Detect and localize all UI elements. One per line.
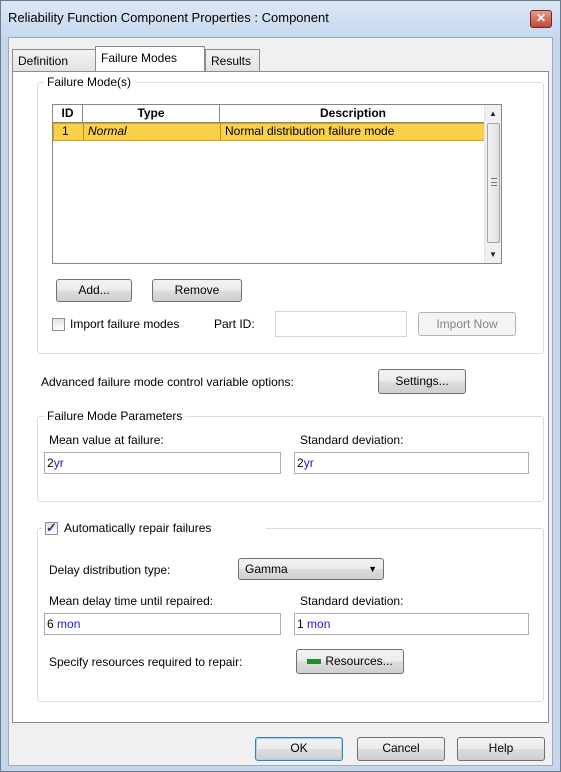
advanced-options-label: Advanced failure mode control variable o… xyxy=(41,375,294,389)
column-header-id[interactable]: ID xyxy=(53,105,83,122)
import-failure-modes-checkbox[interactable] xyxy=(52,318,65,331)
mean-delay-unit: mon xyxy=(57,617,81,631)
list-header: ID Type Description xyxy=(53,105,487,123)
mean-value-label: Mean value at failure: xyxy=(49,433,164,447)
list-item[interactable]: 1 Normal Normal distribution failure mod… xyxy=(53,123,487,141)
failure-modes-panel: Failure Mode(s) ID Type Description 1 No… xyxy=(12,71,549,723)
settings-button[interactable]: Settings... xyxy=(378,369,466,394)
standard-deviation-input[interactable]: 2yr xyxy=(294,452,529,474)
cancel-button[interactable]: Cancel xyxy=(357,737,445,761)
column-header-description[interactable]: Description xyxy=(220,105,487,122)
add-button[interactable]: Add... xyxy=(56,279,132,302)
delay-standard-deviation-label: Standard deviation: xyxy=(300,594,404,608)
dialog-window: Reliability Function Component Propertie… xyxy=(0,0,561,772)
list-item-id: 1 xyxy=(54,124,84,140)
standard-deviation-unit: yr xyxy=(303,456,314,470)
delay-standard-deviation-number: 1 xyxy=(297,617,304,631)
scroll-down-icon[interactable]: ▼ xyxy=(485,246,501,263)
auto-repair-checkbox[interactable] xyxy=(45,520,58,536)
mean-delay-label: Mean delay time until repaired: xyxy=(49,594,214,608)
scroll-thumb[interactable] xyxy=(487,123,500,243)
repair-group: Automatically repair failures Delay dist… xyxy=(37,520,544,702)
resources-prompt-label: Specify resources required to repair: xyxy=(49,655,243,669)
scroll-up-icon[interactable]: ▲ xyxy=(485,105,501,122)
delay-standard-deviation-unit: mon xyxy=(307,617,331,631)
failure-mode-parameters-group: Failure Mode Parameters Mean value at fa… xyxy=(37,409,544,502)
ok-button[interactable]: OK xyxy=(255,737,343,761)
resources-button-label: Resources... xyxy=(325,654,393,668)
mean-value-input[interactable]: 2yr xyxy=(44,452,281,474)
chevron-down-icon: ▼ xyxy=(368,564,377,574)
import-now-button[interactable]: Import Now xyxy=(418,312,516,336)
failure-modes-group-label: Failure Mode(s) xyxy=(44,75,135,89)
close-button[interactable]: ✕ xyxy=(530,10,552,28)
list-item-type: Normal xyxy=(84,124,221,140)
import-failure-modes-label[interactable]: Import failure modes xyxy=(70,317,179,331)
remove-button[interactable]: Remove xyxy=(152,279,242,302)
list-scrollbar[interactable]: ▲ ▼ xyxy=(484,105,501,263)
column-header-type[interactable]: Type xyxy=(83,105,220,122)
part-id-label: Part ID: xyxy=(214,317,255,331)
resources-button[interactable]: Resources... xyxy=(296,649,404,674)
tab-failure-modes-label: Failure Modes xyxy=(101,51,178,65)
tab-definition[interactable]: Definition xyxy=(12,49,97,71)
tab-definition-label: Definition xyxy=(18,54,69,68)
tab-results-label: Results xyxy=(211,54,252,68)
mean-value-unit: yr xyxy=(53,456,64,470)
tab-results[interactable]: Results xyxy=(205,49,260,71)
delay-standard-deviation-input[interactable]: 1 mon xyxy=(294,613,529,635)
delay-distribution-label: Delay distribution type: xyxy=(49,563,171,577)
delay-distribution-value: Gamma xyxy=(245,562,288,576)
auto-repair-legend: Automatically repair failures xyxy=(42,520,266,538)
standard-deviation-number: 2 xyxy=(297,456,304,470)
window-title: Reliability Function Component Propertie… xyxy=(8,10,329,25)
standard-deviation-label: Standard deviation: xyxy=(300,433,404,447)
close-icon: ✕ xyxy=(535,11,547,25)
mean-value-number: 2 xyxy=(47,456,54,470)
failure-modes-group: Failure Mode(s) ID Type Description 1 No… xyxy=(37,75,544,354)
failure-mode-parameters-label: Failure Mode Parameters xyxy=(44,409,186,423)
title-bar[interactable]: Reliability Function Component Propertie… xyxy=(1,1,560,37)
dialog-client: Definition Failure Modes Results Failure… xyxy=(8,37,553,766)
delay-distribution-select[interactable]: Gamma ▼ xyxy=(238,558,384,580)
part-id-input[interactable] xyxy=(275,311,407,337)
help-button[interactable]: Help xyxy=(457,737,545,761)
list-item-description: Normal distribution failure mode xyxy=(225,124,395,138)
mean-delay-number: 6 xyxy=(47,617,54,631)
failure-modes-list[interactable]: ID Type Description 1 Normal Normal dist… xyxy=(52,104,502,264)
resources-icon xyxy=(307,659,322,665)
grip-icon xyxy=(491,178,497,186)
auto-repair-label[interactable]: Automatically repair failures xyxy=(64,521,211,535)
tab-failure-modes[interactable]: Failure Modes xyxy=(95,46,205,71)
mean-delay-input[interactable]: 6 mon xyxy=(44,613,281,635)
